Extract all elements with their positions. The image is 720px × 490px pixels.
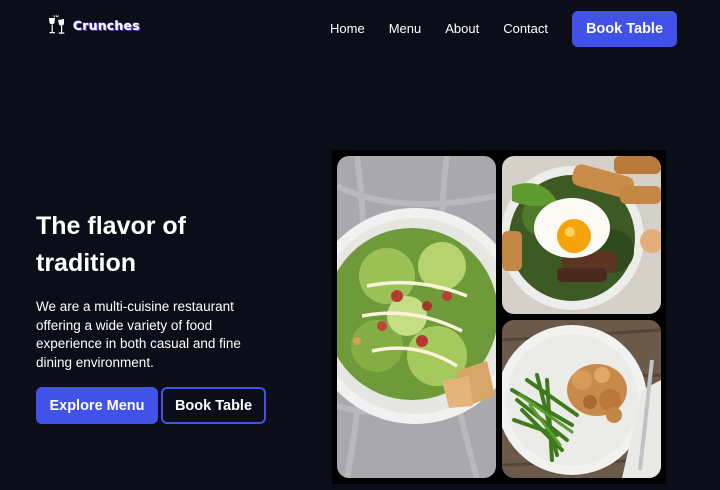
hero-description: We are a multi-cuisine restaurant offeri…: [36, 299, 241, 370]
nav-contact[interactable]: Contact: [503, 21, 548, 37]
hero-title-line-1: The flavor of: [36, 212, 187, 240]
nav-menu[interactable]: Menu: [389, 21, 422, 37]
fried-egg-bowl-image: [502, 156, 661, 314]
caesar-salad-image: [337, 156, 496, 478]
hero-title-line-2: tradition: [36, 249, 136, 277]
logo-text: Crunches: [73, 17, 140, 33]
book-table-button[interactable]: Book Table: [161, 387, 266, 424]
nav-home[interactable]: Home: [330, 21, 365, 37]
wine-glasses-icon: [49, 14, 65, 34]
hero-title: The flavor of tradition: [36, 208, 296, 282]
book-table-header-button[interactable]: Book Table: [572, 11, 677, 47]
logo[interactable]: Crunches: [45, 13, 140, 37]
main-nav: Home Menu About Contact: [330, 21, 548, 37]
explore-menu-button[interactable]: Explore Menu: [36, 387, 158, 424]
page: Crunches Home Menu About Contact Book Ta…: [0, 0, 720, 490]
chicken-green-beans-image: [502, 320, 661, 478]
hero-buttons: Explore Menu Book Table: [36, 387, 266, 424]
food-collage: [332, 150, 666, 484]
nav-about[interactable]: About: [445, 21, 479, 37]
